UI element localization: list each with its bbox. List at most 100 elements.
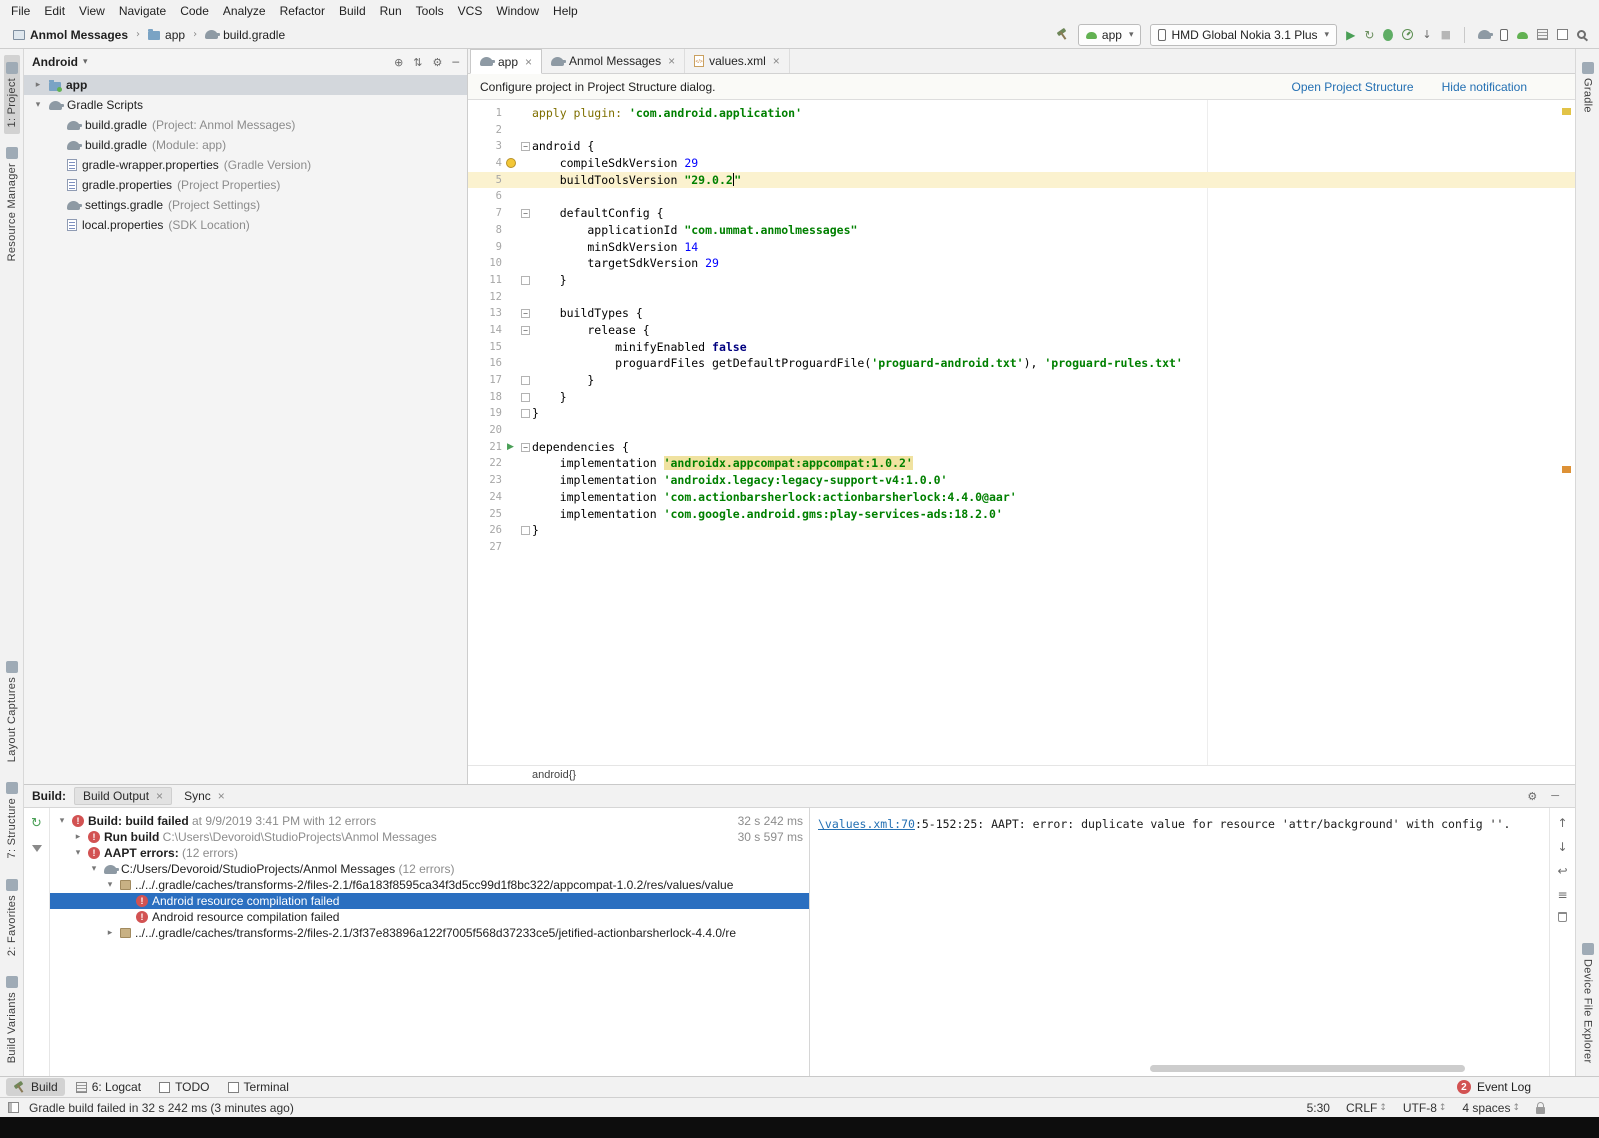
build-tree-item[interactable]: ▾ ../../.gradle/caches/transforms-2/files… (50, 877, 809, 893)
sdk-manager-icon[interactable] (1517, 32, 1528, 39)
tool-stripe-gradle[interactable]: Gradle (1580, 55, 1596, 120)
fold-end-icon[interactable] (521, 409, 530, 419)
console-file-link[interactable]: \values.xml:70 (818, 817, 915, 831)
build-console[interactable]: \values.xml:70:5-152:25: AAPT: error: du… (810, 808, 1549, 1076)
code-line[interactable]: 18 } (468, 389, 1575, 406)
breadcrumb-android[interactable]: android{} (532, 769, 576, 781)
tree-expanded-arrow-icon[interactable]: ▾ (104, 880, 116, 890)
code-line[interactable]: 25 implementation 'com.google.android.gm… (468, 506, 1575, 523)
build-tree-item[interactable]: Android resource compilation failed (50, 909, 809, 925)
code-line[interactable]: 17 } (468, 372, 1575, 389)
fold-collapse-icon[interactable]: − (521, 442, 530, 452)
code-line[interactable]: 12 (468, 289, 1575, 306)
build-tab-sync[interactable]: Sync × (176, 787, 233, 805)
project-view-selector[interactable]: Android ▾ (32, 55, 88, 69)
editor-tab-anmol-messages[interactable]: Anmol Messages × (542, 49, 686, 73)
menu-window[interactable]: Window (489, 2, 546, 20)
project-tree-item-build-gradle[interactable]: build.gradle (Module: app) (24, 135, 467, 155)
editor-tab-app[interactable]: app × (470, 49, 543, 74)
close-tab-icon[interactable]: × (525, 55, 532, 69)
hide-panel-icon[interactable]: ─ (452, 56, 459, 69)
tree-expanded-arrow-icon[interactable]: ▾ (72, 848, 84, 858)
tree-expanded-arrow-icon[interactable]: ▾ (88, 864, 100, 874)
settings-gear-icon[interactable]: ⚙ (1527, 790, 1537, 803)
code-line[interactable]: 22 implementation 'androidx.appcompat:ap… (468, 455, 1575, 472)
restart-build-icon[interactable]: ↻ (31, 816, 42, 831)
build-project-icon[interactable] (1056, 28, 1069, 41)
run-line-icon[interactable]: ▶ (507, 439, 514, 456)
error-stripe-warning-mark[interactable] (1562, 466, 1571, 473)
run-icon[interactable]: ▶ (1346, 28, 1355, 42)
code-line[interactable]: 9 minSdkVersion 14 (468, 239, 1575, 256)
fold-end-icon[interactable] (521, 526, 530, 536)
collapse-all-icon[interactable]: ⇅ (413, 56, 422, 69)
menu-tools[interactable]: Tools (409, 2, 451, 20)
stop-icon[interactable]: ■ (1441, 28, 1451, 41)
close-tab-icon[interactable]: × (668, 54, 675, 68)
tool-stripe-7-structure[interactable]: 7: Structure (4, 775, 20, 865)
code-line[interactable]: 4 compileSdkVersion 29 (468, 155, 1575, 172)
previous-occurrence-icon[interactable]: ↑ (1557, 816, 1567, 830)
tree-expanded-arrow-icon[interactable]: ▾ (56, 816, 68, 826)
event-log-button[interactable]: 2 Event Log (1456, 1080, 1531, 1094)
hide-notification-link[interactable]: Hide notification (1442, 80, 1527, 94)
fold-collapse-icon[interactable]: − (521, 142, 530, 152)
soft-wrap-icon[interactable]: ↩ (1557, 864, 1567, 878)
build-tree-item[interactable]: ▾ Build: build failed at 9/9/2019 3:41 PM… (50, 813, 809, 829)
close-tab-icon[interactable]: × (773, 54, 780, 68)
breadcrumb-item-build-gradle[interactable]: build.gradle (202, 27, 288, 43)
fold-collapse-icon[interactable]: − (521, 309, 530, 319)
logcat-icon[interactable] (1537, 29, 1548, 40)
code-line[interactable]: 26} (468, 522, 1575, 539)
tool-stripe-build-variants[interactable]: Build Variants (4, 969, 20, 1070)
tool-stripe-resource-manager[interactable]: Resource Manager (4, 140, 20, 268)
menu-vcs[interactable]: VCS (451, 2, 490, 20)
code-line[interactable]: 8 applicationId "com.ummat.anmolmessages… (468, 222, 1575, 239)
fold-end-icon[interactable] (521, 275, 530, 285)
status-message[interactable]: Gradle build failed in 32 s 242 ms (3 mi… (29, 1101, 294, 1115)
toolwindow-button-build[interactable]: Build (6, 1078, 65, 1096)
tree-expanded-arrow-icon[interactable]: ▾ (32, 100, 44, 110)
device-select[interactable]: HMD Global Nokia 3.1 Plus ▾ (1150, 23, 1338, 46)
toolwindow-button-6-logcat[interactable]: 6: Logcat (69, 1078, 148, 1096)
filter-icon[interactable] (31, 845, 42, 852)
build-tab-build-output[interactable]: Build Output × (74, 787, 173, 805)
code-line[interactable]: 14 − release { (468, 322, 1575, 339)
code-line[interactable]: 21 ▶ − dependencies { (468, 439, 1575, 456)
project-tree-item-app[interactable]: ▸ app (24, 75, 467, 95)
error-stripe-inspection-indicator[interactable] (1562, 108, 1571, 115)
project-tree-item-gradle-scripts[interactable]: ▾ Gradle Scripts (24, 95, 467, 115)
code-line[interactable]: 5 buildToolsVersion "29.0.2 " (468, 171, 1575, 189)
code-line[interactable]: 10 targetSdkVersion 29 (468, 255, 1575, 272)
close-tab-icon[interactable]: × (218, 789, 225, 803)
project-tree-item-local-properties[interactable]: local.properties (SDK Location) (24, 215, 467, 235)
build-tree-item[interactable]: ▾ C:/Users/Devoroid/StudioProjects/Anmol … (50, 861, 809, 877)
code-line[interactable]: 16 proguardFiles getDefaultProguardFile(… (468, 355, 1575, 372)
code-line[interactable]: 1 apply plugin: 'com.android.application' (468, 105, 1575, 122)
close-tab-icon[interactable]: × (156, 789, 163, 803)
intention-bulb-icon[interactable] (505, 158, 516, 169)
line-separator-widget[interactable]: CRLF ↕ (1346, 1101, 1387, 1115)
fold-collapse-icon[interactable]: − (521, 325, 530, 335)
breadcrumb-item-anmol-messages[interactable]: Anmol Messages (10, 27, 131, 43)
build-tree-item[interactable]: Android resource compilation failed (50, 893, 809, 909)
fold-end-icon[interactable] (521, 375, 530, 385)
tool-stripe-device-file-explorer[interactable]: Device File Explorer (1580, 936, 1596, 1070)
search-icon[interactable] (1577, 30, 1586, 39)
code-line[interactable]: 13 − buildTypes { (468, 305, 1575, 322)
readonly-lock-icon[interactable] (1536, 1101, 1545, 1114)
toolwindow-button-terminal[interactable]: Terminal (221, 1078, 296, 1096)
code-line[interactable]: 11 } (468, 272, 1575, 289)
project-tree-item-build-gradle[interactable]: build.gradle (Project: Anmol Messages) (24, 115, 467, 135)
build-tree-item[interactable]: ▾ AAPT errors: (12 errors) (50, 845, 809, 861)
settings-gear-icon[interactable]: ⚙ (433, 56, 443, 69)
console-horizontal-scrollbar[interactable] (1149, 1065, 1465, 1072)
scroll-to-end-icon[interactable]: ≡ (1557, 888, 1567, 902)
tree-collapsed-arrow-icon[interactable]: ▸ (72, 832, 84, 842)
profile-icon[interactable] (1402, 29, 1414, 40)
fold-collapse-icon[interactable]: − (521, 208, 530, 218)
run-configuration-select[interactable]: app ▾ (1077, 23, 1142, 46)
code-line[interactable]: 7 − defaultConfig { (468, 205, 1575, 222)
menu-refactor[interactable]: Refactor (273, 2, 332, 20)
code-line[interactable]: 15 minifyEnabled false (468, 339, 1575, 356)
